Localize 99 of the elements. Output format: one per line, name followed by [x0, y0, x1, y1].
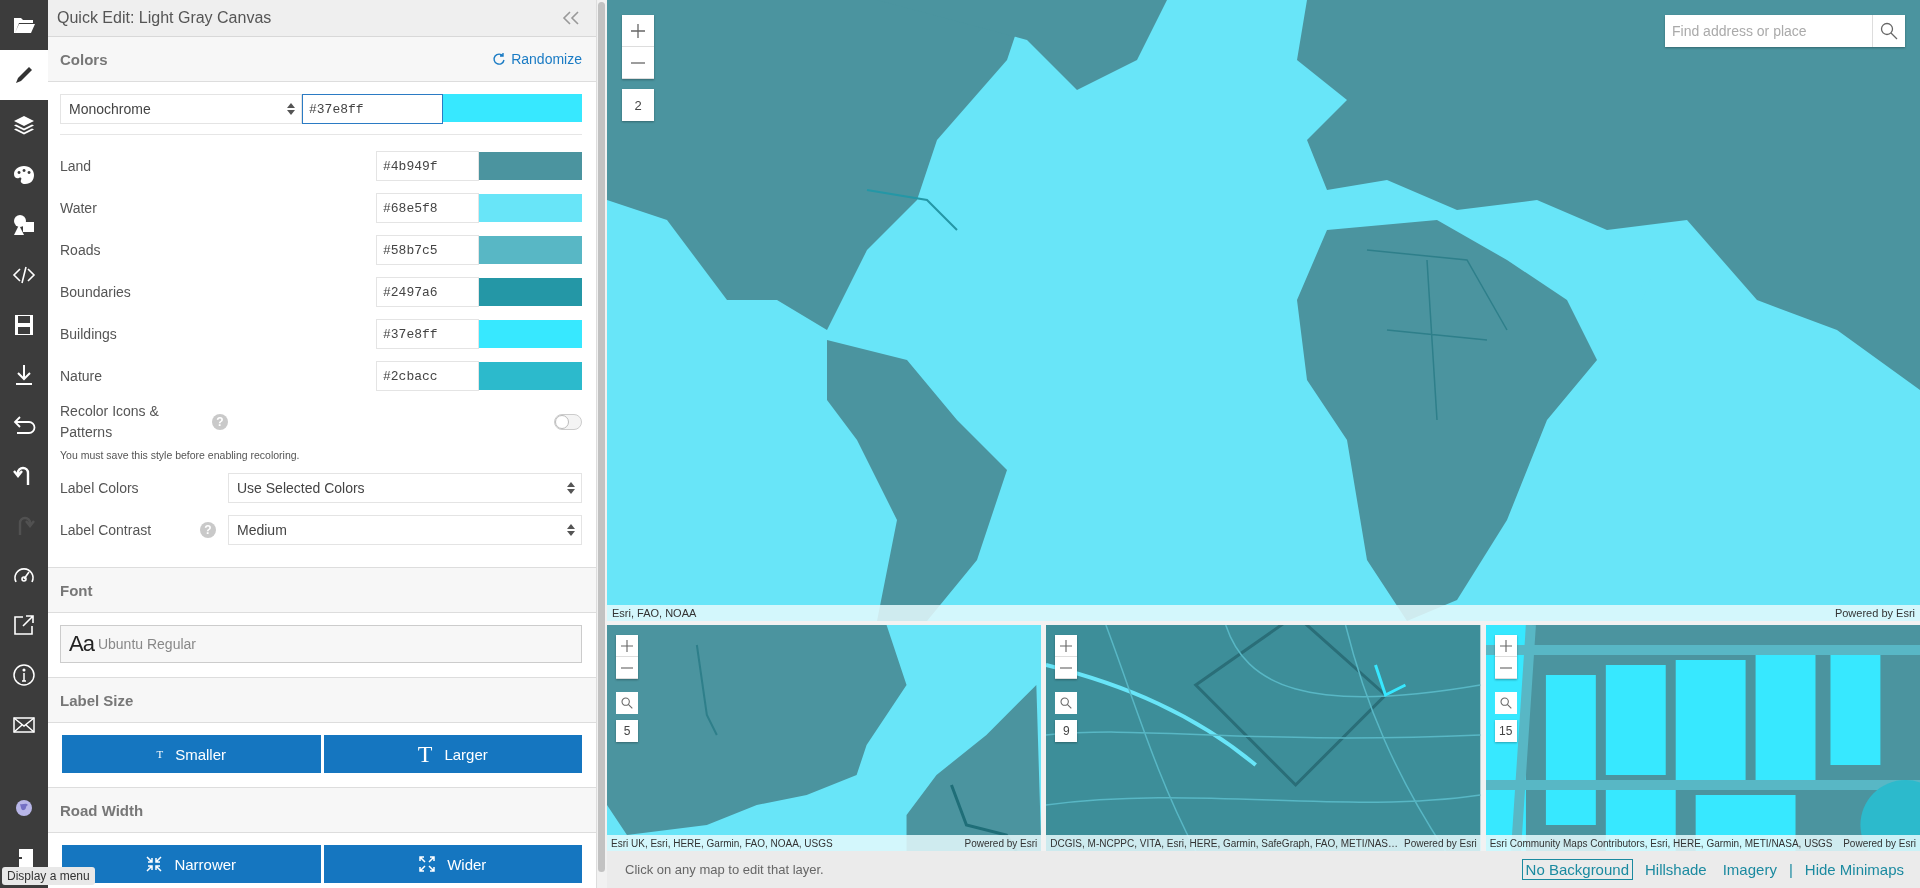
- plus-icon: [631, 23, 645, 38]
- color-swatch[interactable]: [479, 194, 582, 222]
- color-label: Buildings: [60, 326, 118, 342]
- section-title: Label Size: [60, 691, 134, 709]
- randomize-link[interactable]: Randomize: [492, 51, 582, 67]
- label-colors-select[interactable]: Use Selected Colors: [228, 473, 582, 503]
- zoom-out-button[interactable]: [616, 657, 638, 679]
- separator-text: |: [1788, 861, 1793, 878]
- refresh-icon: [492, 52, 507, 66]
- minus-icon: [1060, 666, 1073, 669]
- toolbar-button[interactable]: [0, 50, 48, 100]
- section-title: Road Width: [60, 801, 144, 819]
- search-icon: [621, 697, 633, 709]
- save-icon: [12, 313, 36, 337]
- status-text: Click on any map to edit that layer.: [625, 862, 824, 877]
- search-button[interactable]: [1055, 692, 1078, 714]
- tooltip: Display a menu: [2, 867, 95, 885]
- hex-input-field[interactable]: #2497a6: [376, 277, 479, 307]
- collapse-icon[interactable]: [560, 10, 582, 26]
- sort-arrows-icon: [567, 524, 575, 536]
- wider-button[interactable]: Wider: [323, 845, 582, 883]
- hex-input-field[interactable]: #4b949f: [376, 151, 479, 181]
- search-button[interactable]: [616, 692, 638, 714]
- scrollbar-thumb[interactable]: [598, 2, 605, 872]
- palette-icon: [12, 163, 36, 187]
- label-contrast-select[interactable]: Medium: [228, 515, 582, 545]
- search-icon: [1060, 697, 1073, 709]
- zoom-in-button[interactable]: [1055, 635, 1078, 657]
- zoom-out-button[interactable]: [1055, 657, 1078, 679]
- hex-input-field[interactable]: #37e8ff: [376, 319, 479, 349]
- field-label: Label Contrast: [60, 522, 153, 538]
- expand-arrows-icon: [419, 856, 436, 872]
- attribution-text: DCGIS, M-NCPPC, VITA, Esri, HERE, Garmin, SafeGraph, FAO, METI/NAS…: [1050, 837, 1398, 849]
- shapes-icon: [12, 213, 36, 237]
- base-color-field[interactable]: #37e8ff: [302, 94, 443, 124]
- search-icon[interactable]: [1880, 22, 1898, 40]
- color-label: Nature: [60, 368, 104, 384]
- larger-button[interactable]: T Larger: [323, 735, 582, 773]
- color-swatch[interactable]: [479, 236, 582, 264]
- basemap-link[interactable]: No Background: [1521, 859, 1633, 880]
- recolor-label: Recolor Icons & Patterns: [60, 402, 160, 442]
- text-size-icon: T: [417, 740, 433, 768]
- minus-icon: [621, 666, 633, 669]
- minus-icon: [631, 61, 645, 64]
- external-link-icon: [12, 613, 36, 637]
- section-title: Font: [60, 581, 93, 599]
- plus-icon: [1499, 639, 1512, 652]
- zoom-out-button[interactable]: [622, 47, 654, 79]
- color-swatch[interactable]: [479, 152, 582, 180]
- zoom-in-button[interactable]: [622, 15, 654, 47]
- field-label: Label Colors: [60, 480, 140, 496]
- text-size-icon: T: [156, 748, 164, 760]
- zoom-level: 2: [622, 89, 654, 121]
- hex-input-field[interactable]: #58b7c5: [376, 235, 479, 265]
- zoom-level: 9: [1055, 720, 1078, 742]
- hint-text: You must save this style before enabling recoloring.: [60, 449, 301, 461]
- powered-by-text: Powered by Esri: [1834, 607, 1915, 619]
- hex-input-field[interactable]: #2cbacc: [376, 361, 479, 391]
- section-title: Colors: [60, 50, 108, 68]
- color-swatch[interactable]: [479, 278, 582, 306]
- plus-icon: [1060, 639, 1073, 652]
- search-button[interactable]: [1494, 692, 1517, 714]
- attribution-text: Esri UK, Esri, HERE, Garmin, FAO, NOAA, USGS: [611, 837, 833, 849]
- basemap-link[interactable]: Imagery: [1718, 859, 1781, 880]
- zoom-in-button[interactable]: [616, 635, 638, 657]
- powered-by-text: Powered by Esri: [1404, 837, 1477, 849]
- hex-input-field[interactable]: #68e5f8: [376, 193, 479, 223]
- color-label: Roads: [60, 242, 102, 258]
- sort-arrows-icon: [567, 482, 575, 494]
- info-icon: [12, 663, 36, 687]
- powered-by-text: Powered by Esri: [1843, 837, 1916, 849]
- zoom-level: 5: [616, 720, 638, 742]
- zoom-level: 15: [1494, 720, 1517, 742]
- collapse-arrows-icon: [146, 856, 163, 872]
- attribution-text: Esri, FAO, NOAA: [612, 607, 697, 619]
- smaller-button[interactable]: T Smaller: [62, 735, 321, 773]
- minus-icon: [1499, 666, 1512, 669]
- layers-icon: [12, 113, 36, 137]
- basemap-link[interactable]: Hillshade: [1641, 859, 1711, 880]
- zoom-in-button[interactable]: [1494, 635, 1517, 657]
- color-label: Land: [60, 158, 93, 174]
- color-swatch[interactable]: [479, 362, 582, 390]
- zoom-out-button[interactable]: [1494, 657, 1517, 679]
- sort-arrows-icon: [287, 103, 295, 115]
- color-swatch[interactable]: [443, 94, 582, 122]
- search-icon: [1499, 697, 1512, 709]
- color-swatch[interactable]: [479, 320, 582, 348]
- toggle-switch[interactable]: [554, 414, 582, 430]
- color-label: Water: [60, 200, 98, 216]
- plus-icon: [621, 639, 633, 652]
- hide-minimaps-link[interactable]: Hide Minimaps: [1800, 859, 1908, 880]
- powered-by-text: Powered by Esri: [964, 837, 1038, 849]
- search-field[interactable]: Find address or place: [1665, 15, 1905, 47]
- color-label: Boundaries: [60, 284, 132, 300]
- scheme-select[interactable]: Monochrome: [60, 94, 302, 124]
- attribution-text: Esri Community Maps Contributors, Esri, HERE, Garmin, METI/NASA, USGS: [1489, 837, 1833, 849]
- panel-title: Quick Edit: Light Gray Canvas: [57, 9, 272, 27]
- return-arrow-icon: [12, 413, 36, 437]
- font-picker[interactable]: Aa Ubuntu Regular: [60, 625, 582, 663]
